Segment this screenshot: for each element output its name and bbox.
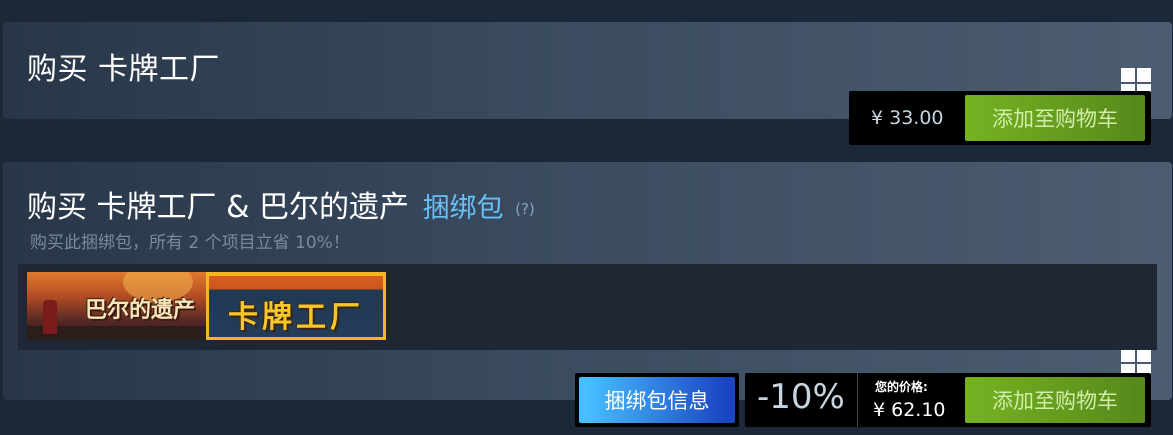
bundle-title: 购买 卡牌工厂 & 巴尔的遗产 — [27, 190, 410, 225]
discount-percent: -10% — [757, 377, 845, 417]
price-label: ¥ 33.00 — [871, 107, 944, 129]
bundle-help-link[interactable]: (?) — [515, 200, 535, 218]
game-capsule-legacy-of-bal[interactable]: 巴尔的遗产 — [27, 272, 207, 340]
add-to-cart-button[interactable]: 添加至购物车 — [965, 95, 1145, 141]
bundle-info-button[interactable]: 捆绑包信息 — [579, 377, 735, 423]
capsule-title: 巴尔的遗产 — [85, 298, 196, 323]
purchase-title: 购买 卡牌工厂 — [27, 52, 221, 87]
divider — [857, 373, 858, 427]
purchase-action-bar: ¥ 33.00 添加至购物车 — [849, 91, 1151, 145]
knight-figure — [43, 300, 57, 334]
bundle-capsule-row: 巴尔的遗产 卡牌工厂 — [18, 264, 1157, 350]
capsule-title: 卡牌工厂 — [228, 300, 364, 335]
bundle-title-row: 购买 卡牌工厂 & 巴尔的遗产 捆绑包 (?) — [27, 182, 535, 226]
bundle-tag: 捆绑包 — [422, 193, 504, 224]
your-price-label: 您的价格: — [875, 380, 928, 394]
bundle-purchase-action-bar: -10% 您的价格: ¥ 62.10 添加至购物车 — [745, 373, 1151, 427]
add-to-cart-button[interactable]: 添加至购物车 — [965, 377, 1145, 423]
final-price: ¥ 62.10 — [873, 399, 946, 421]
bundle-subtitle: 购买此捆绑包，所有 2 个项目立省 10%！ — [30, 233, 350, 253]
bundle-info-button-frame: 捆绑包信息 — [575, 373, 739, 427]
game-capsule-card-factory[interactable]: 卡牌工厂 — [206, 272, 386, 340]
